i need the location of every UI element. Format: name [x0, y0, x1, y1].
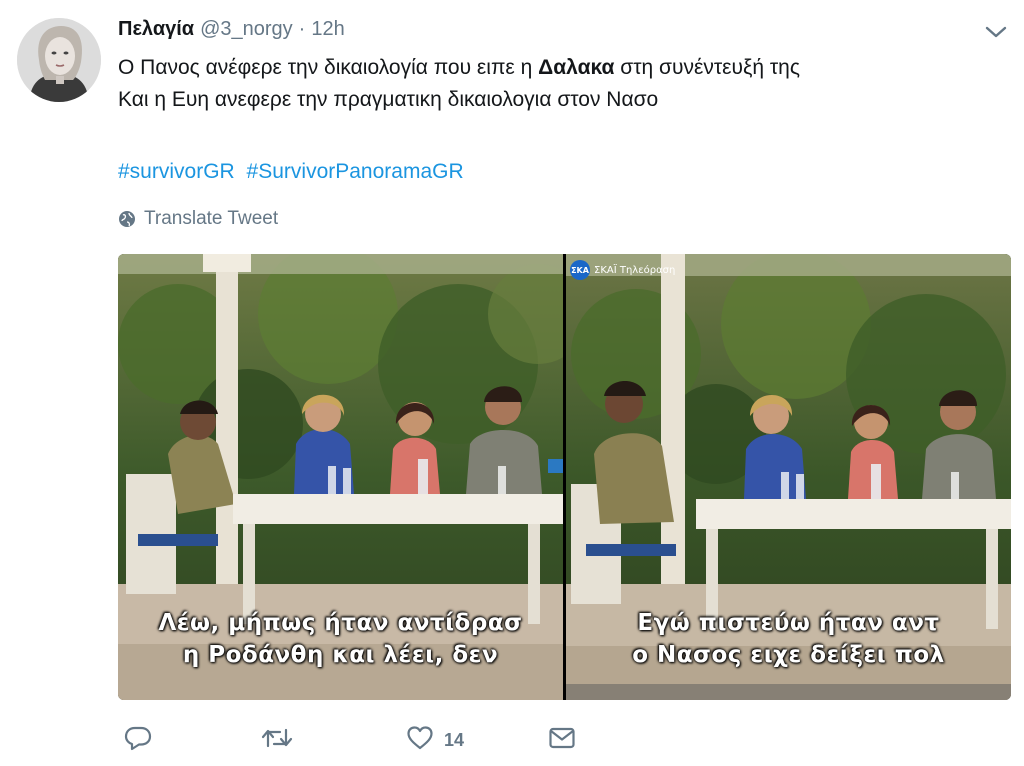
hashtags: #survivorGR #SurvivorPanoramaGR — [118, 156, 464, 188]
channel-watermark: ΣΚΑ ΣΚΑΪ Τηλεόραση — [570, 260, 675, 280]
chevron-down-icon — [985, 25, 1007, 44]
subtitle-line-1: Εγώ πιστεύω ήταν αντ — [637, 610, 940, 636]
tweet-timestamp[interactable]: 12h — [311, 18, 344, 41]
tweet-text-prefix: Ο Πανος ανέφερε την δικαιολογία που ειπε… — [118, 56, 539, 79]
more-options-button[interactable] — [982, 20, 1010, 48]
subtitle-line-2: ο Νασος ειχε δείξει πολ — [632, 642, 945, 668]
photo-left[interactable]: Λέω, μήπως ήταν αντίδρασ η Ροδάνθη και λ… — [118, 254, 563, 700]
tweet-text: Ο Πανος ανέφερε την δικαιολογία που ειπε… — [118, 52, 998, 116]
channel-name: ΣΚΑΪ Τηλεόραση — [594, 264, 676, 276]
display-name[interactable]: Πελαγία — [118, 18, 194, 41]
tweet-text-line-2: Και η Ευη ανεφερε την πραγματικη δικαιολ… — [118, 88, 659, 111]
globe-icon — [118, 210, 136, 228]
tweet-text-bold: Δαλακα — [538, 56, 615, 79]
hashtag-survivorpanoramagr[interactable]: #SurvivorPanoramaGR — [247, 160, 464, 183]
like-button[interactable]: 14 — [406, 724, 464, 756]
heart-icon — [406, 725, 434, 756]
avatar[interactable] — [17, 18, 101, 102]
like-count: 14 — [444, 729, 465, 750]
media-grid: Λέω, μήπως ήταν αντίδρασ η Ροδάνθη και λ… — [118, 254, 1011, 700]
tweet-header: Πελαγία @3_norgy · 12h — [118, 18, 345, 46]
translate-tweet-button[interactable]: Translate Tweet — [118, 208, 278, 230]
separator-dot: · — [298, 18, 306, 40]
hashtag-survivorgr[interactable]: #survivorGR — [118, 160, 235, 183]
translate-label: Translate Tweet — [144, 208, 279, 229]
envelope-icon — [548, 726, 576, 755]
subtitle-line-1: Λέω, μήπως ήταν αντίδρασ — [158, 610, 523, 636]
channel-logo-icon: ΣΚΑ — [570, 260, 590, 280]
subtitle-line-2: η Ροδάνθη και λέει, δεν — [182, 642, 499, 668]
direct-message-button[interactable] — [548, 724, 576, 756]
tweet-text-suffix: στη συνέντευξή της — [614, 56, 800, 79]
reply-icon — [124, 725, 152, 756]
retweet-button[interactable] — [260, 724, 294, 756]
retweet-icon — [260, 726, 294, 755]
reply-button[interactable] — [124, 724, 152, 756]
tweet: Πελαγία @3_norgy · 12h Ο Πανος ανέφερε τ… — [0, 0, 1024, 766]
photo-right[interactable]: ΣΚΑ ΣΚΑΪ Τηλεόραση Εγώ πιστεύω ήταν αντ … — [566, 254, 1011, 700]
user-handle[interactable]: @3_norgy — [200, 18, 293, 41]
tweet-text-line-1: Ο Πανος ανέφερε την δικαιολογία που ειπε… — [118, 52, 998, 84]
